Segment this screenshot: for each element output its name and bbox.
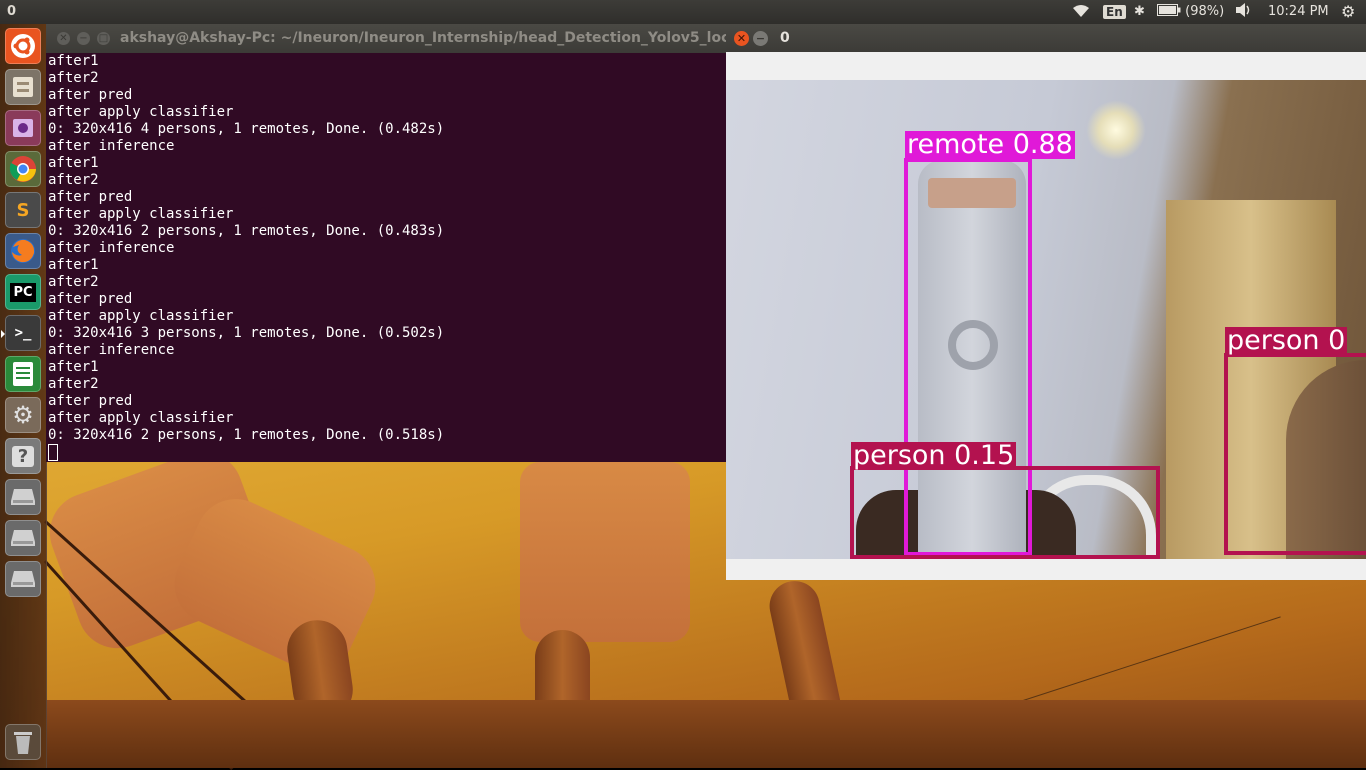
terminal-line: after apply classifier	[48, 104, 234, 120]
terminal-output[interactable]: after1 after2 after pred after apply classi…	[48, 53, 724, 462]
terminal-line: after1	[48, 257, 99, 273]
launcher-terminal[interactable]: >_	[1, 315, 41, 351]
wifi-icon[interactable]	[1072, 3, 1090, 21]
volume-icon[interactable]	[1235, 3, 1253, 21]
terminal-line: after pred	[48, 291, 133, 307]
webcam-frame: remote 0.88 person 0.15 person 0	[726, 80, 1366, 559]
terminal-line: after inference	[48, 240, 175, 256]
firefox-icon	[11, 239, 35, 263]
drive-icon	[11, 489, 35, 505]
terminal-line: after2	[48, 70, 99, 86]
launcher-sublime-text[interactable]: S	[5, 192, 41, 228]
close-icon[interactable]: ✕	[57, 32, 70, 45]
running-indicator	[1, 330, 5, 338]
terminal-line: after pred	[48, 87, 133, 103]
viewer-title: 0	[780, 30, 790, 46]
launcher-spreadsheet[interactable]	[5, 356, 41, 392]
trash-icon	[14, 732, 32, 754]
terminal-line: after apply classifier	[48, 410, 234, 426]
bluetooth-icon[interactable]: ✱	[1134, 3, 1145, 21]
keyboard-layout-label: En	[1103, 5, 1126, 19]
detection-label-person: person 0	[1225, 325, 1348, 356]
viewer-titlebar[interactable]: ✕ − 0	[726, 24, 1366, 52]
minimize-icon[interactable]: −	[753, 31, 768, 46]
close-icon[interactable]: ✕	[734, 31, 749, 46]
terminal-titlebar[interactable]: ✕ − □ akshay@Akshay-Pc: ~/Ineuron/Ineuro…	[46, 24, 726, 53]
detection-viewer-window[interactable]: ✕ − 0 remote 0.88 person 0.15 person 0	[726, 24, 1366, 580]
terminal-title: akshay@Akshay-Pc: ~/Ineuron/Ineuron_Inte…	[120, 30, 726, 46]
file-cabinet-icon	[13, 77, 33, 97]
terminal-line: after inference	[48, 138, 175, 154]
terminal-line: 0: 320x416 4 persons, 1 remotes, Done. (…	[48, 121, 445, 137]
keyboard-layout-indicator[interactable]: En	[1103, 3, 1126, 21]
sublime-text-icon: S	[16, 199, 30, 221]
minimize-icon[interactable]: −	[77, 32, 90, 45]
terminal-line: after1	[48, 53, 99, 69]
terminal-line: after apply classifier	[48, 206, 234, 222]
clock[interactable]: 10:24 PM	[1268, 3, 1329, 21]
terminal-icon: >_	[14, 325, 32, 341]
launcher-drive-3[interactable]	[5, 561, 41, 597]
battery-indicator[interactable]: (98%)	[1157, 3, 1224, 21]
launcher-pycharm[interactable]: PC	[5, 274, 41, 310]
launcher: S PC >_ ⚙ ?	[0, 24, 47, 768]
terminal-line: 0: 320x416 2 persons, 1 remotes, Done. (…	[48, 223, 445, 239]
launcher-drive-1[interactable]	[5, 479, 41, 515]
terminal-line: after pred	[48, 189, 133, 205]
terminal-line: after apply classifier	[48, 308, 234, 324]
launcher-drive-2[interactable]	[5, 520, 41, 556]
launcher-trash[interactable]	[5, 724, 41, 760]
launcher-system-settings[interactable]: ⚙	[5, 397, 41, 433]
detection-label-person: person 0.15	[851, 440, 1017, 471]
drive-icon	[11, 571, 35, 587]
launcher-media[interactable]	[5, 110, 41, 146]
battery-percent: (98%)	[1185, 4, 1225, 19]
media-player-icon	[13, 119, 33, 137]
detection-box-person	[850, 466, 1160, 559]
terminal-line: after2	[48, 274, 99, 290]
lamp-glow	[1086, 100, 1146, 160]
chrome-icon	[9, 156, 36, 182]
terminal-line: after2	[48, 172, 99, 188]
terminal-line: after pred	[48, 393, 133, 409]
terminal-cursor	[48, 444, 58, 461]
help-icon: ?	[11, 445, 35, 467]
launcher-firefox[interactable]	[5, 233, 41, 269]
terminal-line: after inference	[48, 342, 175, 358]
terminal-line: after1	[48, 155, 99, 171]
drive-icon	[11, 530, 35, 546]
terminal-window[interactable]: ✕ − □ akshay@Akshay-Pc: ~/Ineuron/Ineuro…	[46, 24, 726, 462]
settings-icon: ⚙	[12, 401, 34, 429]
ubuntu-logo-icon	[11, 34, 35, 58]
pycharm-icon: PC	[10, 282, 36, 302]
detection-box-person	[1224, 353, 1366, 555]
spreadsheet-icon	[13, 362, 33, 386]
terminal-line: after2	[48, 376, 99, 392]
power-gear-icon[interactable]: ⚙	[1341, 3, 1355, 21]
maximize-icon[interactable]: □	[97, 32, 110, 45]
panel-title: 0	[7, 4, 17, 19]
top-panel: 0 En ✱ (98%) 10:24 PM ⚙	[0, 0, 1366, 24]
battery-icon	[1157, 4, 1181, 16]
terminal-line: after1	[48, 359, 99, 375]
launcher-help[interactable]: ?	[5, 438, 41, 474]
terminal-line: 0: 320x416 3 persons, 1 remotes, Done. (…	[48, 325, 445, 341]
detection-label-remote: remote 0.88	[905, 129, 1075, 160]
launcher-dash[interactable]	[5, 28, 41, 64]
launcher-files[interactable]	[5, 69, 41, 105]
launcher-chrome[interactable]	[5, 151, 41, 187]
terminal-line: 0: 320x416 2 persons, 1 remotes, Done. (…	[48, 427, 445, 443]
